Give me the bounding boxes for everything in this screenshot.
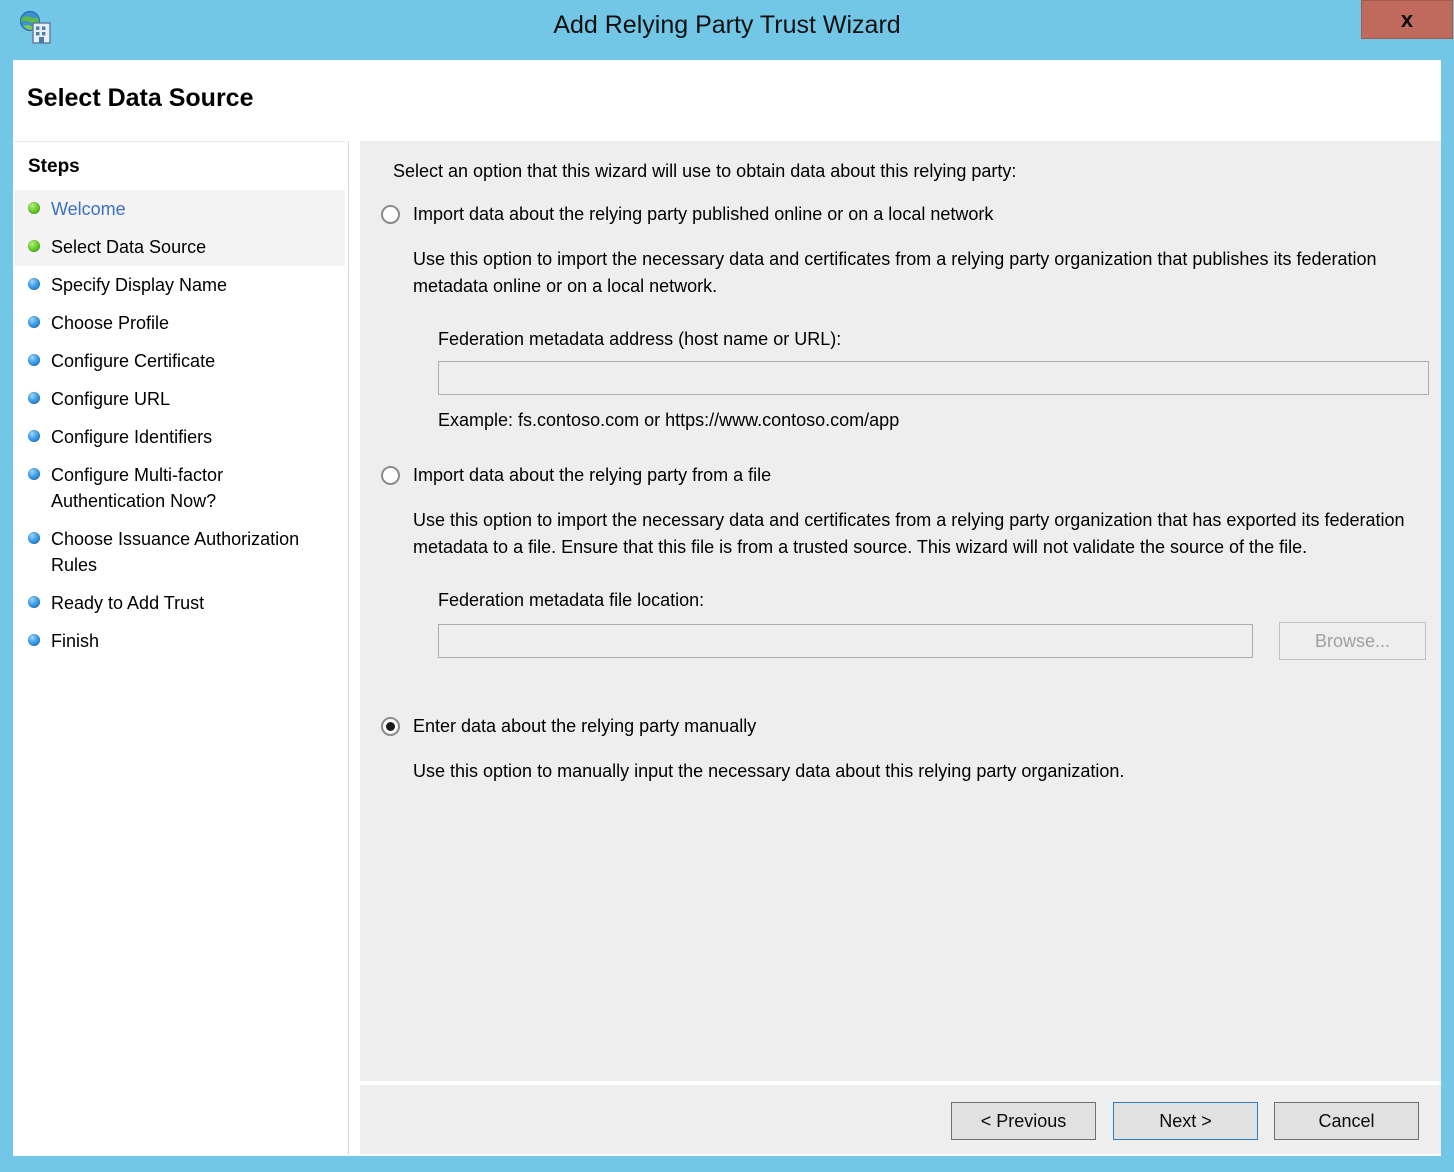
option-enter-manually: Enter data about the relying party manua… [381,715,1431,785]
content-panel: Select an option that this wizard will u… [360,141,1441,1081]
step-pending-icon [28,634,40,646]
steps-sidebar: Steps Welcome Select Data Source Specify D… [14,141,345,1154]
steps-list: Welcome Select Data Source Specify Display… [14,190,345,660]
step-pending-icon [28,468,40,480]
description-import-online: Use this option to import the necessary … [413,249,1377,296]
sidebar-step-label: Configure URL [51,389,171,409]
step-pending-icon [28,596,40,608]
wizard-window: Add Relying Party Trust Wizard x Select … [0,0,1454,1172]
input-row-metadata-file: Browse... [438,622,1431,660]
option-import-file: Import data about the relying party from… [381,464,1431,660]
radio-row-import-online[interactable]: Import data about the relying party publ… [381,203,1431,225]
sidebar-step-configure-multi-factor-authentication-now[interactable]: Configure Multi-factor Authentication No… [14,456,345,520]
description-import-file: Use this option to import the necessary … [413,510,1405,557]
steps-heading: Steps [28,156,80,177]
window-title: Add Relying Party Trust Wizard [553,11,901,39]
step-complete-icon [28,202,40,214]
radio-enter-manually[interactable] [381,717,400,736]
step-pending-icon [28,278,40,290]
federation-metadata-address-input[interactable] [438,361,1429,395]
title-bar: Add Relying Party Trust Wizard x [0,0,1454,60]
example-metadata-address: Example: fs.contoso.com or https://www.c… [438,410,900,430]
step-pending-icon [28,316,40,328]
step-pending-icon [28,532,40,544]
browse-button[interactable]: Browse... [1279,622,1426,660]
sidebar-step-choose-profile[interactable]: Choose Profile [14,304,345,342]
sidebar-step-label: Welcome [51,199,126,219]
sidebar-divider [348,141,349,1154]
federation-metadata-file-input[interactable] [438,624,1253,658]
sidebar-step-configure-url[interactable]: Configure URL [14,380,345,418]
previous-button[interactable]: < Previous [951,1102,1096,1140]
sidebar-step-label: Configure Identifiers [51,427,213,447]
sidebar-step-label: Choose Profile [51,313,170,333]
sidebar-step-choose-issuance-authorization-rules[interactable]: Choose Issuance Authorization Rules [14,520,345,584]
sidebar-step-configure-certificate[interactable]: Configure Certificate [14,342,345,380]
sidebar-step-specify-display-name[interactable]: Specify Display Name [14,266,345,304]
page-header: Select Data Source [13,60,1441,138]
step-pending-icon [28,392,40,404]
sidebar-step-label: Select Data Source [51,237,207,257]
dialog-body: Select Data Source Steps Welcome Select D… [13,60,1441,1156]
label-federation-metadata-address: Federation metadata address (host name o… [438,329,842,349]
close-icon[interactable]: x [1361,0,1453,39]
sidebar-step-label: Choose Issuance Authorization Rules [51,529,300,575]
sidebar-step-label: Configure Certificate [51,351,216,371]
sidebar-step-welcome[interactable]: Welcome [14,190,345,228]
sidebar-step-label: Finish [51,631,100,651]
sidebar-step-label: Specify Display Name [51,275,228,295]
sidebar-step-label: Configure Multi-factor Authentication No… [51,465,224,511]
cancel-button[interactable]: Cancel [1274,1102,1419,1140]
label-federation-metadata-file: Federation metadata file location: [438,590,705,610]
page-title: Select Data Source [27,84,254,112]
description-enter-manually: Use this option to manually input the ne… [413,761,1125,781]
sidebar-step-configure-identifiers[interactable]: Configure Identifiers [14,418,345,456]
step-pending-icon [28,430,40,442]
sidebar-step-finish[interactable]: Finish [14,622,345,660]
button-bar: < Previous Next > Cancel [360,1085,1441,1154]
sidebar-step-ready-to-add-trust[interactable]: Ready to Add Trust [14,584,345,622]
option-import-online: Import data about the relying party publ… [381,203,1431,431]
radio-row-import-file[interactable]: Import data about the relying party from… [381,464,1431,486]
radio-row-enter-manually[interactable]: Enter data about the relying party manua… [381,715,1431,737]
radio-label-import-file[interactable]: Import data about the relying party from… [413,464,771,486]
radio-label-enter-manually[interactable]: Enter data about the relying party manua… [413,715,756,737]
radio-import-file[interactable] [381,466,400,485]
radio-label-import-online[interactable]: Import data about the relying party publ… [413,203,993,225]
step-complete-icon [28,240,40,252]
intro-text: Select an option that this wizard will u… [393,161,1017,181]
step-pending-icon [28,354,40,366]
sidebar-step-select-data-source[interactable]: Select Data Source [14,228,345,266]
sidebar-step-label: Ready to Add Trust [51,593,205,613]
next-button[interactable]: Next > [1113,1102,1258,1140]
input-row-metadata-address [438,361,1431,395]
radio-import-online[interactable] [381,205,400,224]
